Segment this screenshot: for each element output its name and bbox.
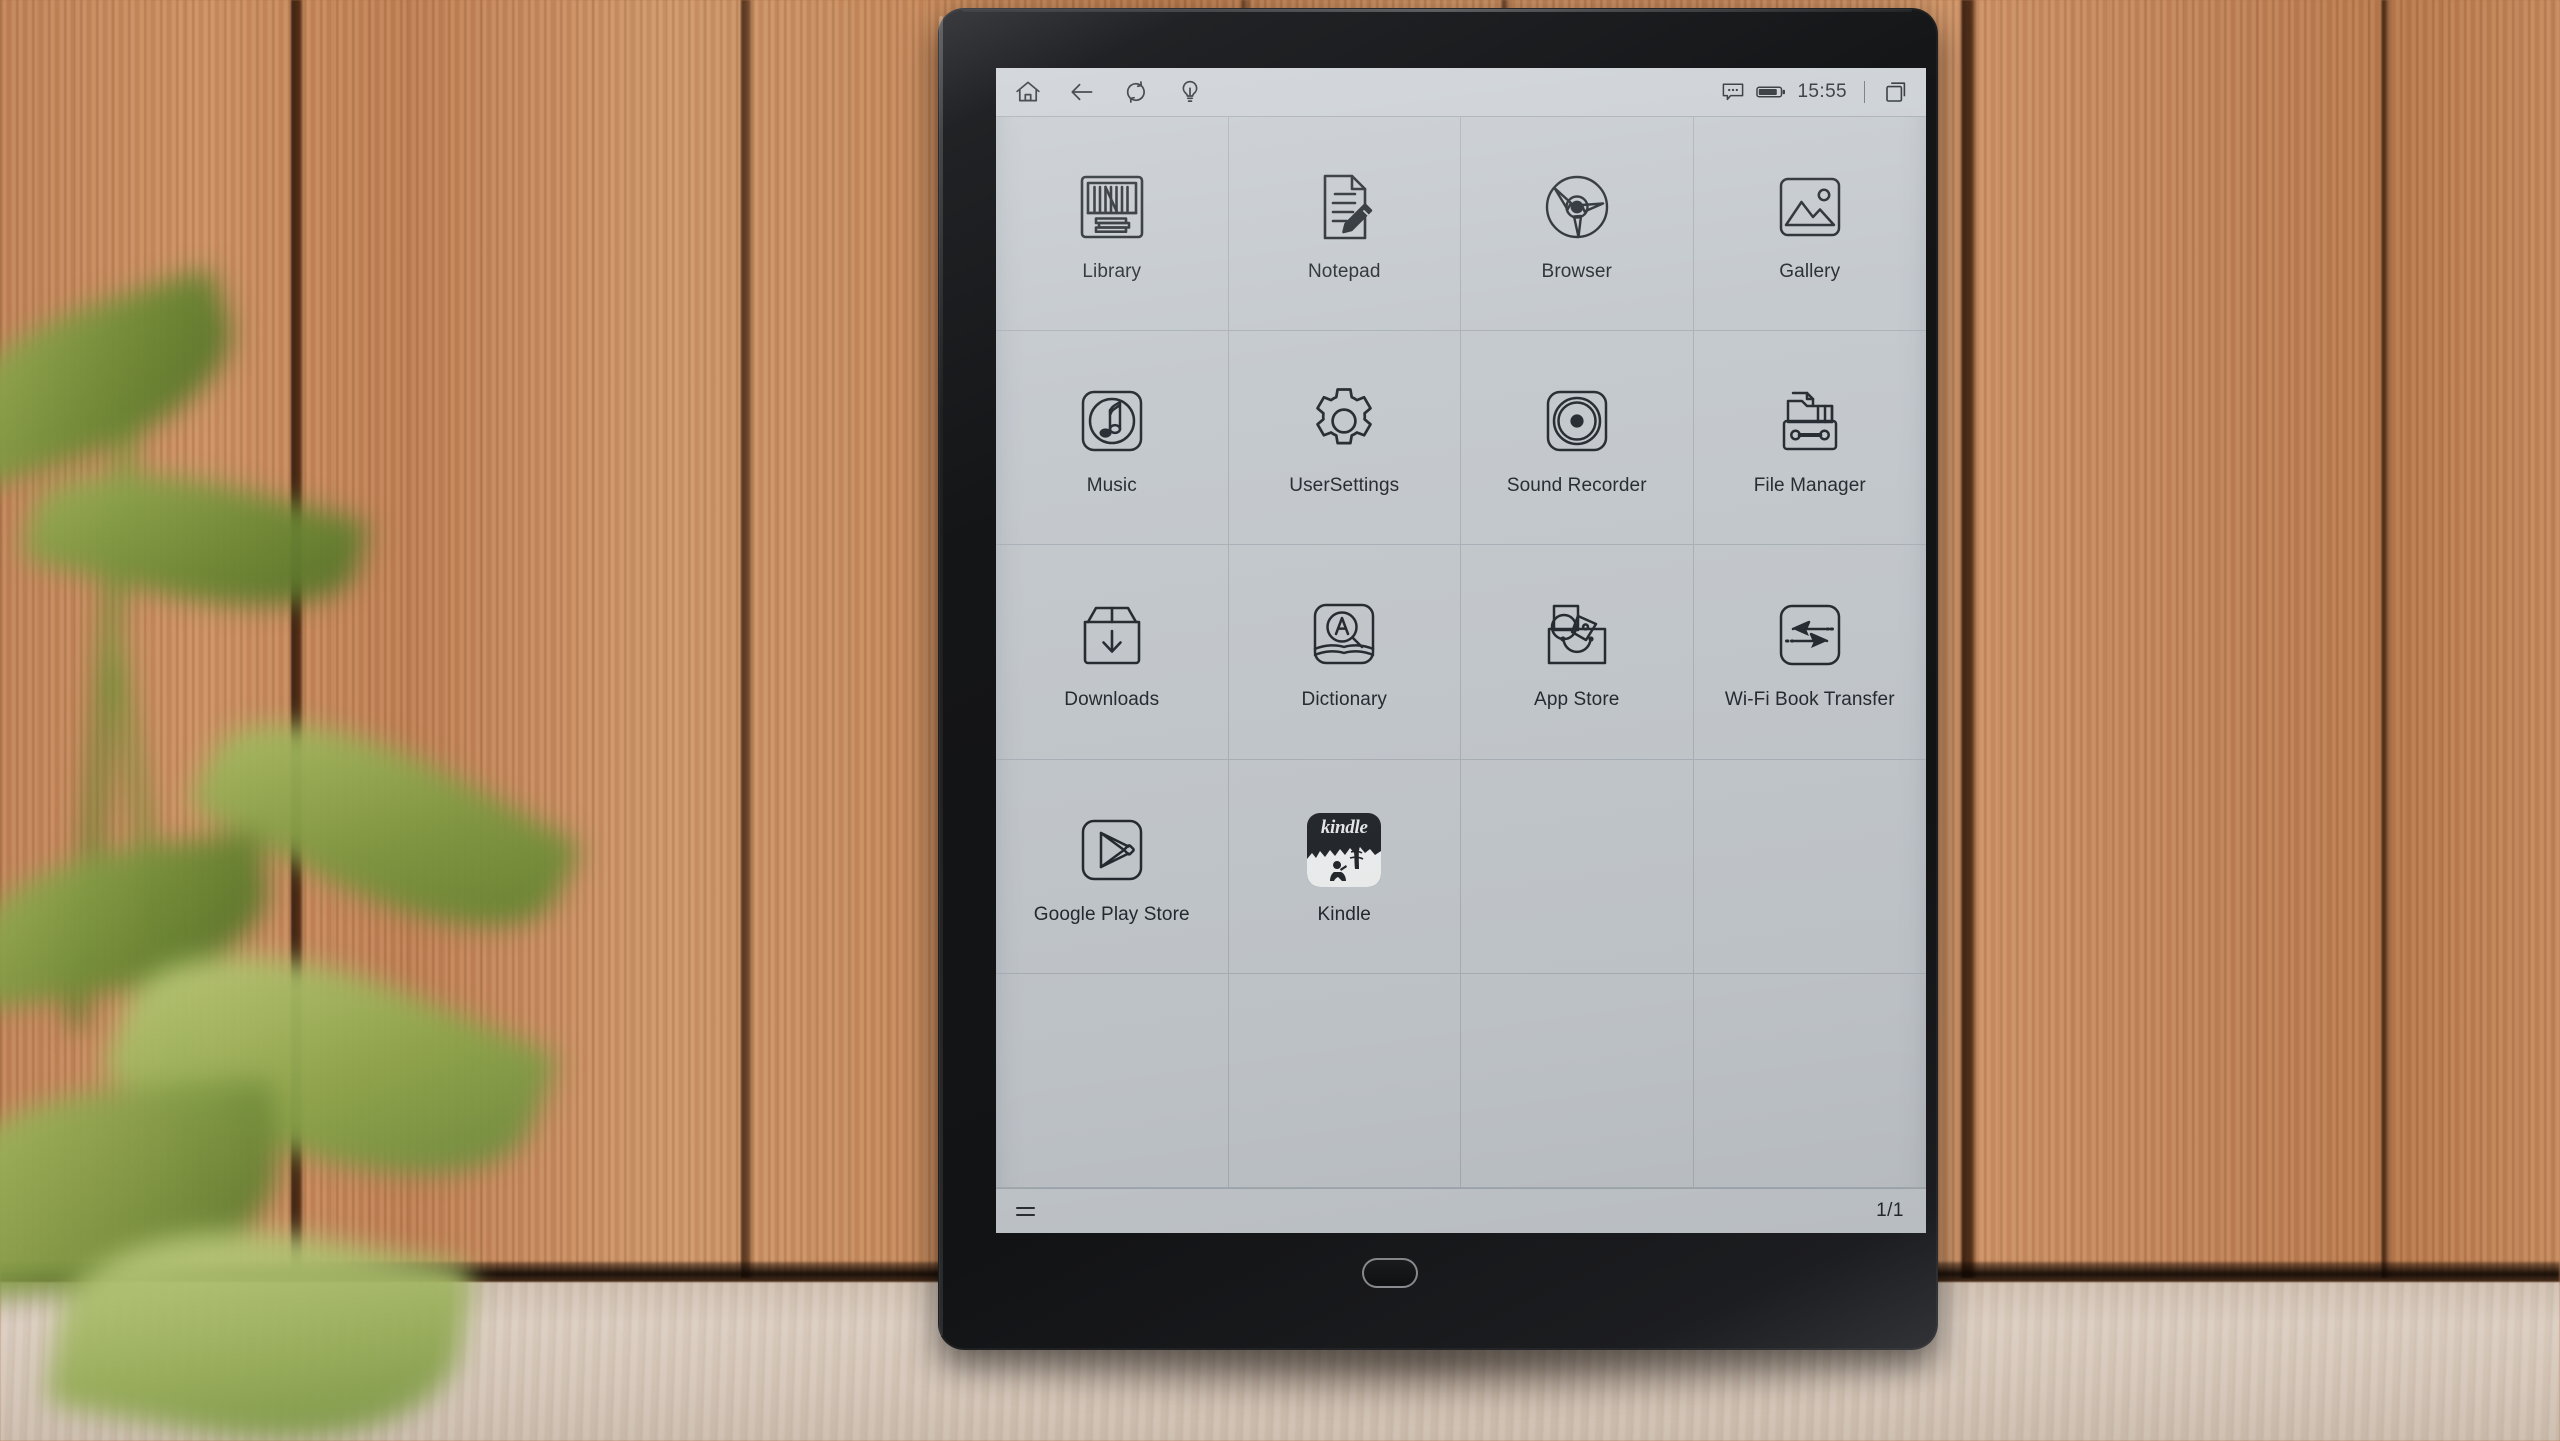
kindle-logo-badge: kindle — [1307, 812, 1382, 887]
status-bar-left-controls — [1014, 78, 1204, 106]
app-tile-dictionary[interactable]: Dictionary — [1228, 545, 1461, 760]
status-bar-right-controls: 15:55 — [1721, 78, 1910, 106]
app-label: Gallery — [1779, 261, 1841, 283]
app-tile-empty — [1693, 760, 1926, 974]
app-tile-browser[interactable]: Browser — [1461, 117, 1694, 332]
app-tile-file-manager[interactable]: File Manager — [1693, 331, 1926, 546]
eink-tablet-device: 15:55 Library Notepad Browser Gallery Mu… — [938, 8, 1938, 1350]
status-bar-divider — [1864, 81, 1865, 103]
kindle-wordmark: kindle — [1320, 816, 1368, 838]
page-indicator: 1/1 — [1876, 1200, 1904, 1221]
app-store-bag-icon — [1536, 594, 1618, 676]
app-label: UserSettings — [1289, 475, 1400, 497]
app-label: Music — [1086, 475, 1137, 497]
app-label: File Manager — [1753, 475, 1866, 497]
bezel-top-highlight — [962, 9, 1912, 12]
app-tile-downloads[interactable]: Downloads — [996, 545, 1229, 760]
app-tile-gallery[interactable]: Gallery — [1693, 117, 1926, 332]
app-tile-usersettings[interactable]: UserSettings — [1228, 331, 1461, 546]
kindle-icon: kindle — [1303, 809, 1385, 891]
app-label: Browser — [1541, 261, 1612, 283]
browser-icon — [1536, 166, 1618, 248]
battery-icon — [1756, 84, 1786, 100]
app-tile-empty — [1461, 973, 1694, 1188]
physical-home-button[interactable] — [1362, 1258, 1418, 1288]
music-icon — [1071, 380, 1153, 462]
app-tile-empty — [1693, 974, 1926, 1188]
photo-scene: 15:55 Library Notepad Browser Gallery Mu… — [0, 0, 2560, 1441]
app-label: Sound Recorder — [1506, 475, 1647, 497]
gear-icon — [1303, 380, 1385, 462]
bottom-bar: 1/1 — [996, 1188, 1926, 1233]
app-tile-google-play-store[interactable]: Google Play Store — [996, 759, 1229, 974]
app-label: Downloads — [1064, 689, 1160, 711]
app-tile-kindle[interactable]: kindle Kindle — [1228, 759, 1461, 974]
hamburger-menu-icon[interactable] — [1016, 1206, 1035, 1216]
app-label: Google Play Store — [1033, 903, 1190, 925]
app-tile-music[interactable]: Music — [996, 331, 1229, 546]
app-tile-empty — [1228, 973, 1461, 1188]
app-tile-sound-recorder[interactable]: Sound Recorder — [1461, 331, 1694, 546]
app-tile-empty — [1461, 759, 1694, 974]
app-tile-library[interactable]: Library — [996, 117, 1229, 332]
notepad-icon — [1303, 166, 1385, 248]
app-grid: Library Notepad Browser Gallery Music Us… — [996, 116, 1926, 1188]
multi-window-icon[interactable] — [1882, 78, 1910, 106]
file-manager-icon — [1769, 380, 1851, 462]
back-arrow-icon[interactable] — [1068, 78, 1096, 106]
app-tile-empty — [996, 973, 1229, 1188]
dictionary-icon — [1303, 594, 1385, 676]
app-label: Wi-Fi Book Transfer — [1724, 689, 1895, 711]
eink-screen: 15:55 Library Notepad Browser Gallery Mu… — [996, 68, 1926, 1233]
library-icon — [1071, 166, 1153, 248]
downloads-box-icon — [1071, 594, 1153, 676]
google-play-icon — [1071, 809, 1153, 891]
app-label: Kindle — [1317, 903, 1371, 925]
gallery-icon — [1769, 166, 1851, 248]
app-tile-app-store[interactable]: App Store — [1461, 545, 1694, 760]
status-bar-clock: 15:55 — [1797, 81, 1847, 102]
app-label: App Store — [1534, 689, 1620, 711]
home-icon[interactable] — [1014, 78, 1042, 106]
sound-recorder-icon — [1536, 380, 1618, 462]
app-label: Notepad — [1307, 261, 1381, 283]
bezel-edge-highlight — [939, 16, 943, 1336]
app-tile-wifi-book-transfer[interactable]: Wi-Fi Book Transfer — [1693, 545, 1926, 760]
device-drop-shadow — [900, 1340, 1960, 1410]
wifi-transfer-icon — [1769, 594, 1851, 676]
app-tile-notepad[interactable]: Notepad — [1228, 117, 1461, 332]
notification-bubble-icon[interactable] — [1721, 81, 1745, 103]
app-label: Dictionary — [1301, 689, 1387, 711]
lightbulb-icon[interactable] — [1176, 78, 1204, 106]
status-bar: 15:55 — [996, 68, 1926, 116]
app-label: Library — [1082, 261, 1142, 283]
refresh-icon[interactable] — [1122, 78, 1150, 106]
